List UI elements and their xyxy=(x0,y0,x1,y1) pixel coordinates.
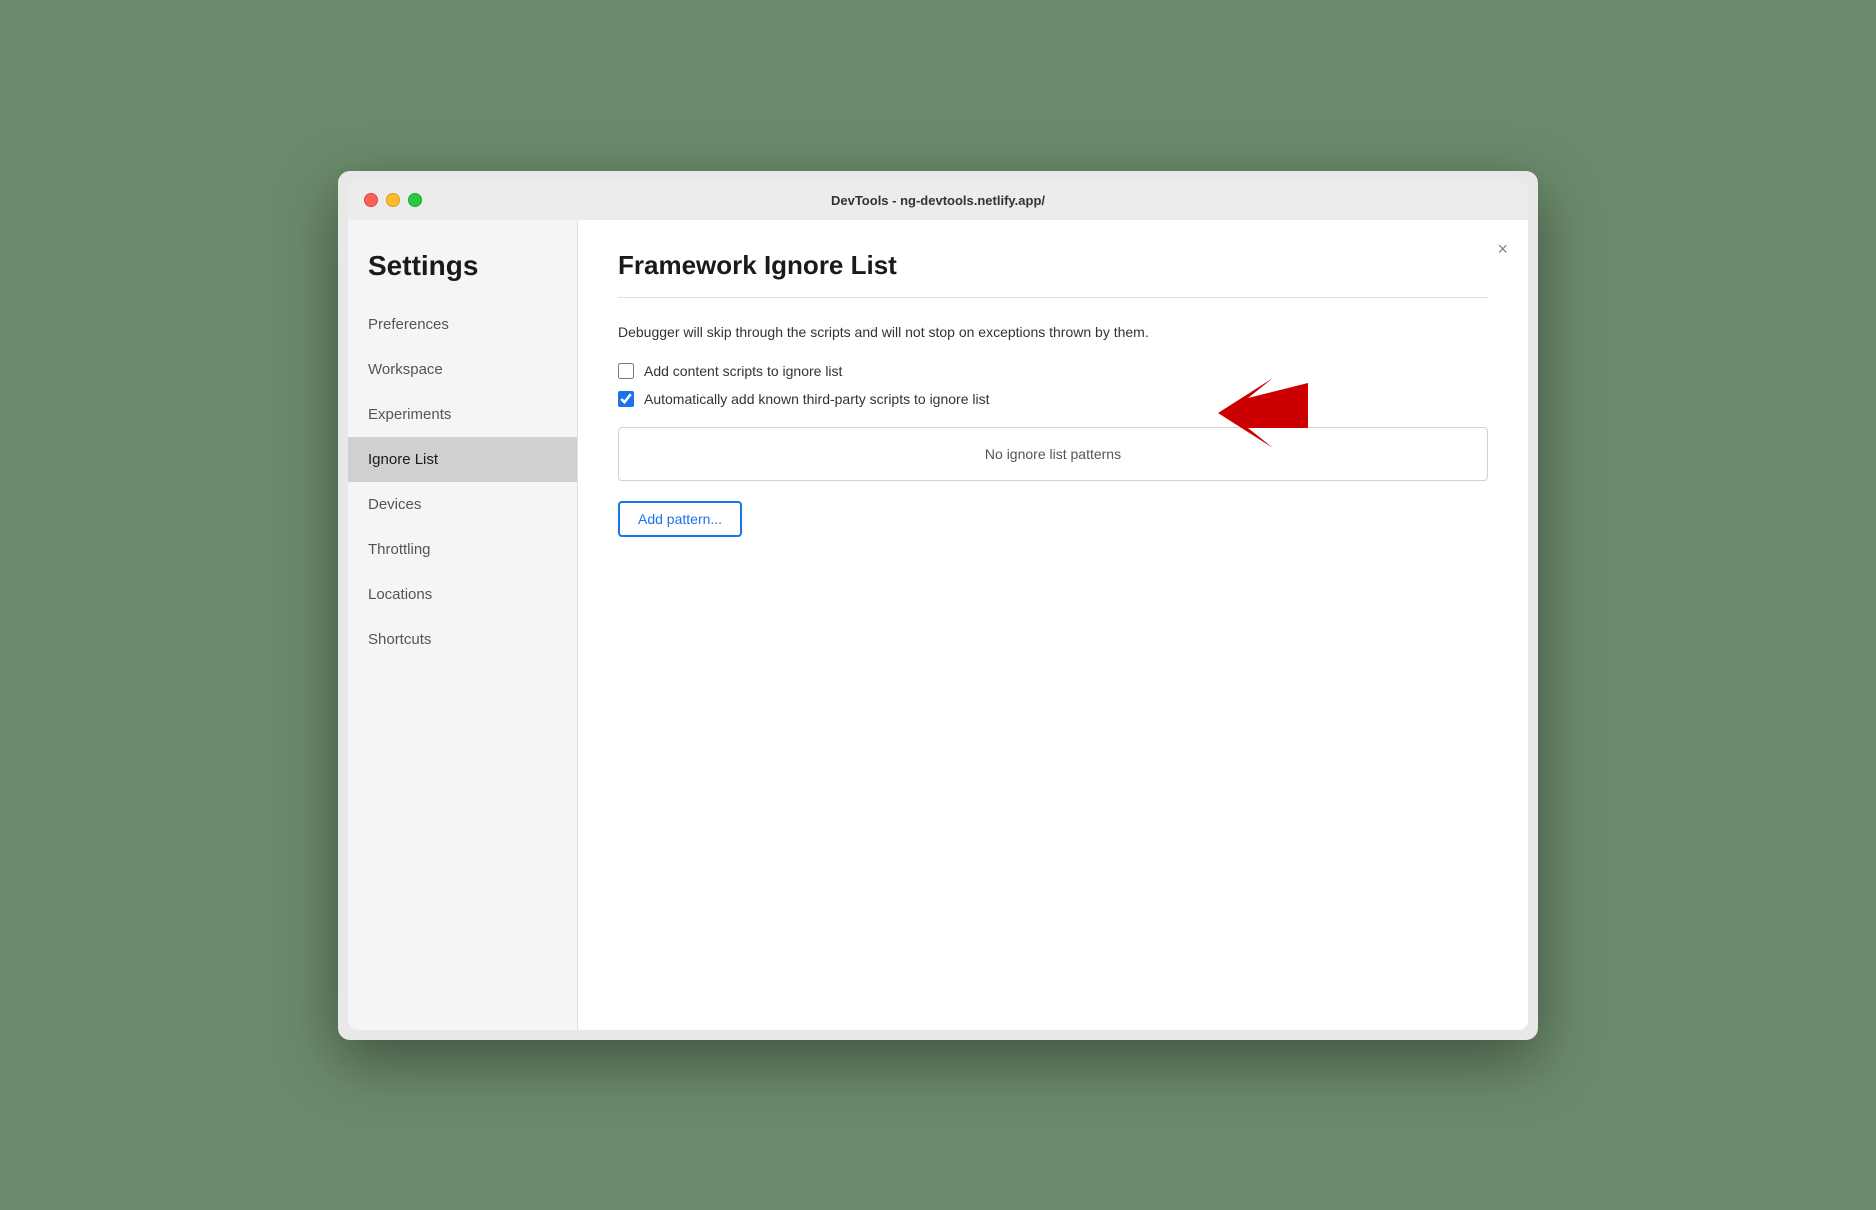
description-text: Debugger will skip through the scripts a… xyxy=(618,322,1488,343)
checkbox-row-2: Automatically add known third-party scri… xyxy=(618,391,1488,407)
patterns-empty-state: No ignore list patterns xyxy=(618,427,1488,481)
sidebar-heading: Settings xyxy=(348,240,577,302)
window-body: Settings Preferences Workspace Experimen… xyxy=(348,220,1528,1030)
window-title: DevTools - ng-devtools.netlify.app/ xyxy=(831,193,1045,208)
sidebar-item-throttling[interactable]: Throttling xyxy=(348,527,577,572)
auto-add-third-party-label[interactable]: Automatically add known third-party scri… xyxy=(644,391,989,407)
sidebar-item-preferences[interactable]: Preferences xyxy=(348,302,577,347)
add-content-scripts-label[interactable]: Add content scripts to ignore list xyxy=(644,363,842,379)
auto-add-third-party-checkbox[interactable] xyxy=(618,391,634,407)
sidebar-item-locations[interactable]: Locations xyxy=(348,572,577,617)
window: DevTools - ng-devtools.netlify.app/ Sett… xyxy=(338,171,1538,1040)
add-content-scripts-checkbox[interactable] xyxy=(618,363,634,379)
close-button[interactable]: × xyxy=(1497,240,1508,258)
sidebar-item-workspace[interactable]: Workspace xyxy=(348,347,577,392)
section-divider xyxy=(618,297,1488,298)
traffic-lights xyxy=(364,193,422,207)
sidebar: Settings Preferences Workspace Experimen… xyxy=(348,220,578,1030)
sidebar-item-experiments[interactable]: Experiments xyxy=(348,392,577,437)
sidebar-item-ignore-list[interactable]: Ignore List xyxy=(348,437,577,482)
sidebar-item-devices[interactable]: Devices xyxy=(348,482,577,527)
close-traffic-light[interactable] xyxy=(364,193,378,207)
titlebar: DevTools - ng-devtools.netlify.app/ xyxy=(348,181,1528,220)
maximize-traffic-light[interactable] xyxy=(408,193,422,207)
page-title: Framework Ignore List xyxy=(618,250,1488,281)
main-content: × Framework Ignore List Debugger will sk… xyxy=(578,220,1528,1030)
checkbox-row-1: Add content scripts to ignore list xyxy=(618,363,1488,379)
minimize-traffic-light[interactable] xyxy=(386,193,400,207)
sidebar-item-shortcuts[interactable]: Shortcuts xyxy=(348,617,577,662)
add-pattern-button[interactable]: Add pattern... xyxy=(618,501,742,537)
